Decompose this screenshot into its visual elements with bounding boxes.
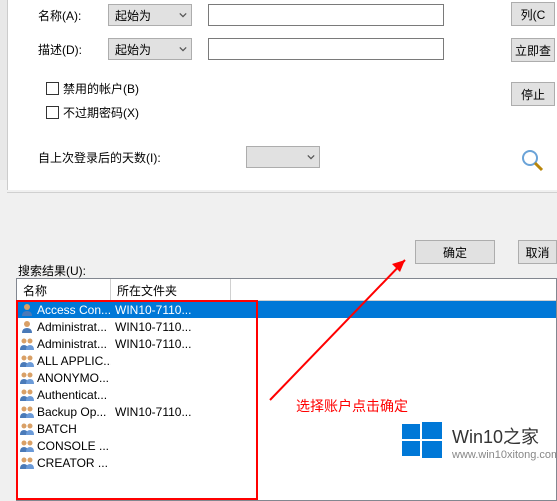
item-name: Administrat... — [37, 320, 111, 334]
days-label: 自上次登录后的天数(I): — [38, 149, 218, 166]
item-name: CONSOLE ... — [37, 439, 111, 453]
user-icon — [19, 302, 35, 318]
watermark-title: Win10之家 — [452, 423, 557, 449]
name-op-value: 起始为 — [115, 7, 151, 24]
col-name[interactable]: 名称 — [17, 279, 111, 300]
item-name: CREATOR ... — [37, 456, 111, 470]
item-folder: WIN10-7110... — [111, 303, 211, 317]
list-item[interactable]: ALL APPLIC... — [17, 352, 556, 369]
noexpire-checkbox[interactable] — [46, 106, 59, 119]
list-item[interactable]: Access Con...WIN10-7110... — [17, 301, 556, 318]
noexpire-label: 不过期密码(X) — [63, 104, 139, 121]
search-form: 名称(A): 起始为 描述(D): 起始为 禁用的帐户(B) 不过期密码(X) … — [7, 0, 557, 190]
item-folder: WIN10-7110... — [111, 337, 211, 351]
stop-button[interactable]: 停止 — [511, 82, 555, 106]
list-item[interactable]: Administrat...WIN10-7110... — [17, 335, 556, 352]
name-label: 名称(A): — [38, 7, 108, 24]
search-now-button[interactable]: 立即查 — [511, 38, 555, 62]
results-listview[interactable]: 名称 所在文件夹 Access Con...WIN10-7110...Admin… — [16, 278, 557, 501]
list-item[interactable]: ANONYMO... — [17, 369, 556, 386]
watermark-url: www.win10xitong.com — [452, 449, 557, 461]
desc-op-combo[interactable]: 起始为 — [108, 38, 192, 60]
desc-input[interactable] — [208, 38, 444, 60]
group-icon — [19, 353, 35, 369]
item-name: Administrat... — [37, 337, 111, 351]
ok-button[interactable]: 确定 — [415, 240, 495, 264]
item-name: Authenticat... — [37, 388, 111, 402]
group-icon — [19, 387, 35, 403]
windows-logo-icon — [400, 418, 444, 465]
group-icon — [19, 421, 35, 437]
desc-op-value: 起始为 — [115, 41, 151, 58]
group-icon — [19, 455, 35, 471]
group-icon — [19, 438, 35, 454]
list-item[interactable]: Administrat...WIN10-7110... — [17, 318, 556, 335]
item-folder: WIN10-7110... — [111, 405, 211, 419]
item-name: Access Con... — [37, 303, 111, 317]
annotation-text: 选择账户点击确定 — [296, 396, 408, 416]
item-name: Backup Op... — [37, 405, 111, 419]
user-icon — [19, 319, 35, 335]
name-op-combo[interactable]: 起始为 — [108, 4, 192, 26]
item-name: ALL APPLIC... — [37, 354, 111, 368]
chevron-down-icon — [179, 11, 187, 19]
chevron-down-icon — [179, 45, 187, 53]
watermark: Win10之家 www.win10xitong.com — [400, 418, 557, 465]
search-icon[interactable] — [518, 146, 546, 174]
list-header: 名称 所在文件夹 — [17, 279, 556, 301]
group-icon — [19, 370, 35, 386]
cancel-button[interactable]: 取消 — [518, 240, 557, 264]
disabled-checkbox[interactable] — [46, 82, 59, 95]
group-icon — [19, 404, 35, 420]
chevron-down-icon — [307, 153, 315, 161]
disabled-label: 禁用的帐户(B) — [63, 80, 139, 97]
item-folder: WIN10-7110... — [111, 320, 211, 334]
item-name: BATCH — [37, 422, 111, 436]
col-folder[interactable]: 所在文件夹 — [111, 279, 231, 300]
desc-label: 描述(D): — [38, 41, 108, 58]
group-icon — [19, 336, 35, 352]
days-combo[interactable] — [246, 146, 320, 168]
name-input[interactable] — [208, 4, 444, 26]
item-name: ANONYMO... — [37, 371, 111, 385]
results-label: 搜索结果(U): — [18, 262, 86, 279]
columns-button[interactable]: 列(C — [511, 2, 555, 26]
list-item[interactable]: Authenticat... — [17, 386, 556, 403]
